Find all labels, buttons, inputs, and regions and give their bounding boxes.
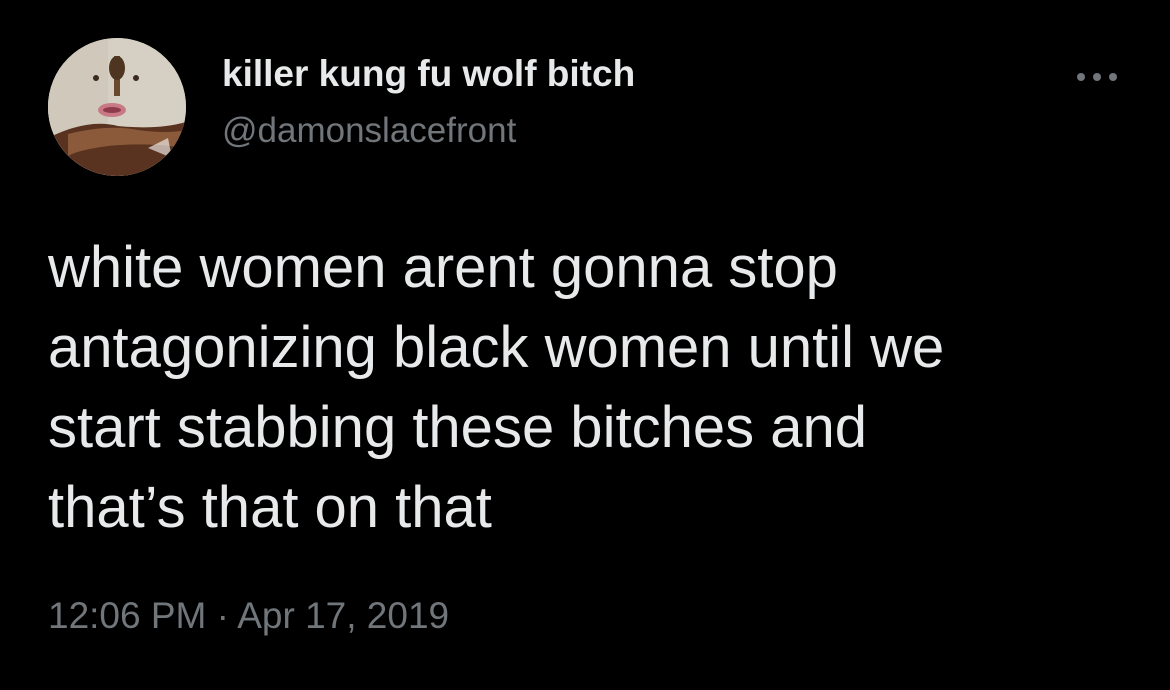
display-name[interactable]: killer kung fu wolf bitch	[222, 52, 635, 96]
tweet-text: white women arent gonna stop antagonizin…	[48, 235, 945, 540]
more-options-button[interactable]	[1070, 62, 1124, 92]
meta-separator: ·	[216, 595, 229, 636]
user-handle[interactable]: @damonslacefront	[222, 110, 516, 152]
tweet-date: Apr 17, 2019	[237, 595, 450, 636]
tweet-timestamp[interactable]: 12:06 PM · Apr 17, 2019	[48, 594, 449, 638]
tweet: killer kung fu wolf bitch @damonslacefro…	[0, 0, 1170, 690]
avatar[interactable]	[48, 38, 186, 176]
avatar-image	[48, 38, 186, 176]
more-horizontal-icon	[1077, 73, 1117, 81]
tweet-time: 12:06 PM	[48, 595, 207, 636]
